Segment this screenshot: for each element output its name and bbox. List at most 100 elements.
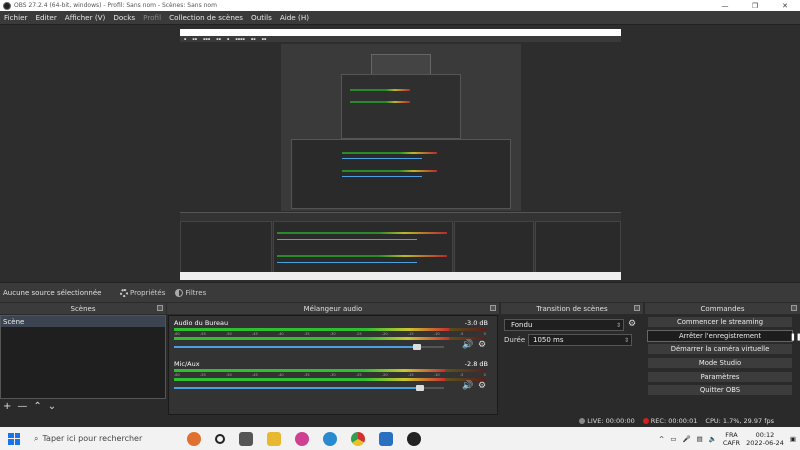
mixer-header: Mélangeur audio — [167, 303, 499, 314]
exit-button[interactable]: Quitter OBS — [647, 384, 793, 397]
firefox-icon[interactable] — [295, 431, 309, 446]
notification-icon[interactable]: ▣ — [790, 435, 796, 443]
stop-recording-button[interactable]: Arrêter l'enregistrement — [647, 329, 793, 342]
spinner-icon[interactable]: ⇕ — [624, 337, 629, 344]
rec-icon — [642, 418, 649, 424]
level-meter — [174, 378, 486, 381]
gear-icon[interactable]: ⚙ — [478, 340, 486, 350]
volume-slider[interactable] — [174, 385, 444, 391]
taskbar-search[interactable]: ⌕ Taper ici pour rechercher — [30, 427, 180, 450]
volume-slider[interactable] — [174, 344, 444, 350]
rec-status: REC: 00:00:01 — [642, 417, 697, 425]
move-up-icon[interactable]: ⌃ — [33, 401, 41, 412]
close-button[interactable]: ✕ — [770, 0, 800, 11]
duration-input[interactable]: 1050 ms ⇕ — [528, 334, 632, 346]
start-virtual-camera-button[interactable]: Démarrer la caméra virtuelle — [647, 343, 793, 356]
source-toolbar: Aucune source sélectionnée Propriétés Fi… — [0, 282, 800, 302]
cortana-icon[interactable] — [215, 433, 225, 444]
preview-nested-window — [281, 44, 521, 211]
scenes-header: Scènes — [0, 303, 166, 314]
live-icon — [579, 418, 586, 424]
transition-select[interactable]: Fondu ⇕ — [504, 319, 624, 331]
scene-toolbar: + — ⌃ ⌄ — [0, 399, 166, 413]
menu-docks[interactable]: Docks — [109, 13, 139, 22]
obs-logo-icon — [3, 1, 11, 10]
preview-area: ▪ ▪▪ ▪▪▪ ▪▪ ▪ ▪▪▪▪ ▪▪ ▪▪ — [0, 25, 800, 282]
title-bar: OBS 27.2.4 (64-bit, windows) - Profil: S… — [0, 0, 800, 11]
move-down-icon[interactable]: ⌄ — [48, 401, 56, 412]
commands-header: Commandes — [645, 303, 800, 314]
menu-scene-collection[interactable]: Collection de scènes — [165, 13, 247, 22]
add-scene-icon[interactable]: + — [3, 401, 11, 412]
obs-taskbar-icon[interactable] — [407, 431, 421, 446]
transitions-dock: Transition de scènes Fondu ⇕ ⚙ Durée 105… — [501, 303, 643, 415]
remove-scene-icon[interactable]: — — [17, 401, 27, 412]
preview-nested-canvas — [180, 42, 621, 212]
start-streaming-button[interactable]: Commencer le streaming — [647, 316, 793, 328]
menu-profile[interactable]: Profil — [139, 13, 165, 22]
properties-button[interactable]: Propriétés — [120, 288, 165, 297]
menu-help[interactable]: Aide (H) — [276, 13, 313, 22]
chevron-updown-icon: ⇕ — [615, 321, 621, 329]
transitions-header: Transition de scènes — [501, 303, 643, 314]
system-tray: ^ ▭ 🎤 ▤ 🔈 FRA CAFR 00:12 2022-06-24 ▣ — [659, 431, 800, 447]
speaker-icon[interactable]: 🔊 — [462, 381, 473, 391]
preview-nested-titlebar — [180, 29, 621, 36]
gear-icon[interactable]: ⚙ — [628, 319, 636, 329]
studio-mode-button[interactable]: Mode Studio — [647, 357, 793, 370]
no-source-label: Aucune source sélectionnée — [3, 288, 102, 297]
undock-icon[interactable] — [490, 305, 496, 311]
windows-start-icon[interactable] — [8, 432, 20, 445]
scene-item[interactable]: Scène — [1, 316, 165, 327]
clock[interactable]: 00:12 2022-06-24 — [746, 431, 784, 447]
network-icon[interactable]: ▤ — [697, 435, 703, 443]
level-meter — [174, 369, 486, 372]
commands-dock: Commandes Commencer le streaming Arrêter… — [645, 303, 800, 415]
menu-file[interactable]: Fichier — [0, 13, 32, 22]
settings-button[interactable]: Paramètres — [647, 370, 793, 383]
microphone-icon[interactable]: 🎤 — [682, 435, 690, 443]
file-explorer-icon[interactable] — [267, 431, 281, 446]
menu-tools[interactable]: Outils — [247, 13, 276, 22]
menu-edit[interactable]: Editer — [32, 13, 61, 22]
window-title: OBS 27.2.4 (64-bit, windows) - Profil: S… — [14, 2, 217, 9]
status-bar: LIVE: 00:00:00 REC: 00:00:01 CPU: 1.7%, … — [0, 415, 800, 427]
maximize-button[interactable]: ❐ — [740, 0, 770, 11]
track-db: -3.0 dB — [464, 319, 488, 327]
basketball-icon[interactable] — [187, 431, 201, 446]
language-indicator[interactable]: FRA CAFR — [723, 431, 740, 447]
search-icon: ⌕ — [34, 433, 39, 443]
pause-recording-icon[interactable]: ❚❚ — [790, 333, 800, 345]
edge-icon[interactable] — [323, 431, 337, 446]
duration-label: Durée — [504, 336, 526, 344]
audio-mixer-dock: Mélangeur audio Audio du Bureau -3.0 dB … — [167, 303, 499, 415]
undock-icon[interactable] — [634, 305, 640, 311]
preview-canvas[interactable]: ▪ ▪▪ ▪▪▪ ▪▪ ▪ ▪▪▪▪ ▪▪ ▪▪ — [180, 29, 621, 280]
live-status: LIVE: 00:00:00 — [579, 417, 635, 425]
preview-nested-taskbar — [180, 272, 621, 280]
track-db: -2.8 dB — [464, 360, 488, 368]
track-name: Audio du Bureau — [174, 319, 229, 327]
preview-nested-docks — [180, 212, 621, 273]
volume-icon[interactable]: 🔈 — [709, 435, 717, 443]
chevron-up-icon[interactable]: ^ — [659, 435, 664, 443]
battery-icon[interactable]: ▭ — [670, 435, 676, 443]
menu-view[interactable]: Afficher (V) — [61, 13, 110, 22]
audio-track: Mic/Aux -2.8 dB -60 -55 -50 -45 -40 -35 -30 -25… — [172, 360, 494, 398]
filters-button[interactable]: Filtres — [175, 288, 206, 297]
menu-bar: Fichier Editer Afficher (V) Docks Profil… — [0, 11, 800, 25]
undock-icon[interactable] — [791, 305, 797, 311]
windows-taskbar: ⌕ Taper ici pour rechercher ^ ▭ 🎤 ▤ 🔈 FR… — [0, 427, 800, 450]
audio-track: Audio du Bureau -3.0 dB -60 -55 -50 -45 -40-… — [172, 319, 494, 357]
level-meter — [174, 328, 486, 331]
minimize-button[interactable]: — — [710, 0, 740, 11]
chrome-icon[interactable] — [351, 431, 365, 446]
scene-list[interactable]: Scène — [0, 315, 166, 399]
task-view-icon[interactable] — [239, 431, 253, 446]
level-meter — [174, 337, 486, 340]
gear-icon[interactable]: ⚙ — [478, 381, 486, 391]
undock-icon[interactable] — [157, 305, 163, 311]
speaker-icon[interactable]: 🔊 — [462, 340, 473, 350]
mixer-body: Audio du Bureau -3.0 dB -60 -55 -50 -45 -40-… — [168, 315, 498, 415]
kodi-icon[interactable] — [379, 431, 393, 446]
